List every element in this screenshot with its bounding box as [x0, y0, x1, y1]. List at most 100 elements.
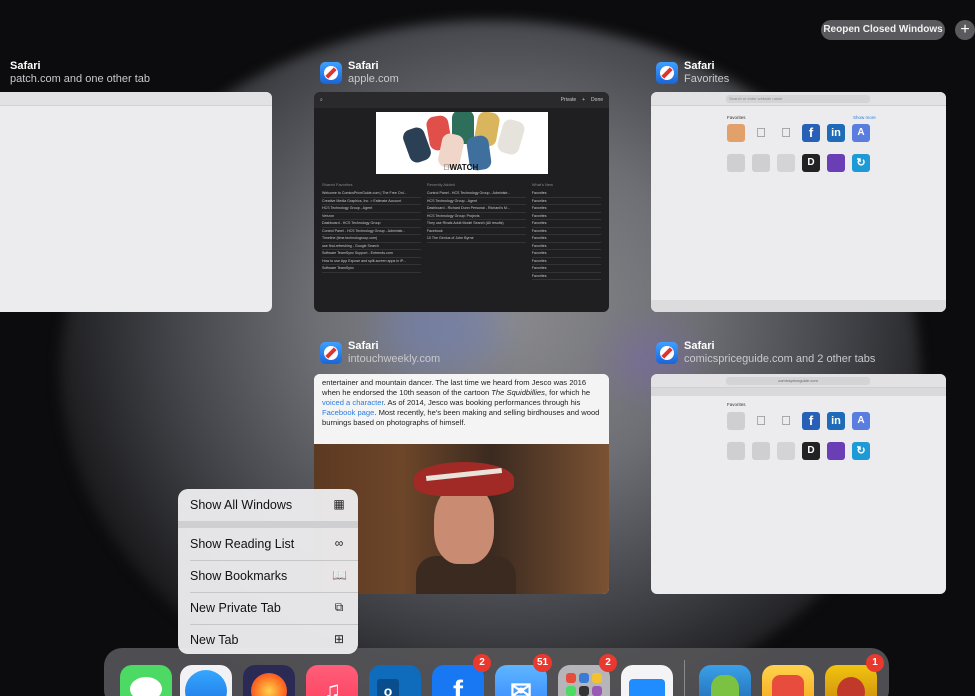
mail-badge: 51	[533, 654, 553, 672]
show-more-link: Show more	[853, 115, 876, 120]
new-tab-icon: ⊞	[333, 632, 345, 646]
list-item: Verizon	[322, 213, 421, 220]
list-item: Favorites	[531, 213, 601, 220]
favorite-tile	[777, 154, 795, 172]
favorite-tile	[827, 442, 845, 460]
thumb-toolbar: ⌕ Private + Done	[314, 92, 609, 108]
clash-royale-app-icon[interactable]	[699, 665, 751, 696]
files-app-icon[interactable]	[621, 665, 673, 696]
apple-icon: 	[752, 412, 770, 430]
window-header: Safari comicspriceguide.com and 2 other …	[656, 340, 956, 370]
menu-item-label: Show Bookmarks	[190, 569, 288, 583]
list-item: Control Panel - HCS Technology Group - A…	[322, 228, 421, 235]
menu-item-new-tab[interactable]: New Tab ⊞	[178, 624, 358, 654]
list-item: Favorites	[531, 205, 601, 213]
favorite-tile: ↻	[852, 442, 870, 460]
new-window-button[interactable]: +	[955, 20, 975, 40]
list-item: HCS Technology Group: Projects	[426, 213, 526, 220]
window-header: Safari patch.com and one other tab	[10, 60, 260, 90]
favorite-tile: D	[802, 442, 820, 460]
facebook-icon: f	[802, 124, 820, 142]
list-item: HCS Technology Group - Agent	[322, 205, 421, 213]
address-bar: comicspriceguide.com	[651, 374, 946, 388]
menu-item-show-reading-list[interactable]: Show Reading List ∞	[178, 528, 358, 560]
window-app-name: Safari	[684, 60, 715, 72]
list-item: Welcome to ComicsPriceGuide.com | The Fr…	[322, 190, 421, 198]
apple-icon: 	[777, 412, 795, 430]
list-item: Software TeamSync Support - Entrends.com	[322, 250, 421, 258]
article-link: voiced a character	[322, 398, 384, 407]
favorites-title: Favorites	[727, 115, 746, 120]
reopen-closed-windows-button[interactable]: Reopen Closed Windows	[821, 20, 945, 40]
toolbar-add: +	[582, 97, 586, 103]
safari-app-icon[interactable]	[180, 665, 232, 696]
window-subtitle: intouchweekly.com	[348, 353, 441, 365]
menu-item-label: Show All Windows	[190, 498, 293, 512]
safari-icon	[320, 342, 342, 364]
article-photo	[314, 444, 609, 594]
bookmark-columns: Shared Favorites Welcome to ComicsPriceG…	[314, 174, 609, 280]
favorite-tile	[827, 154, 845, 172]
list-item: use find-refreshing - Google Search	[322, 243, 421, 250]
list-item: 10 The Genius of John Byrne	[426, 235, 526, 243]
column-header: Shared Favorites	[322, 182, 353, 187]
menu-item-show-all-windows[interactable]: Show All Windows ▦	[178, 489, 358, 521]
folder-badge: 2	[599, 654, 617, 672]
watch-label: WATCH	[443, 163, 479, 172]
menu-separator	[178, 521, 358, 528]
list-item: Favorites	[531, 198, 601, 205]
window-subtitle: apple.com	[348, 73, 399, 85]
linkedin-icon: in	[827, 124, 845, 142]
favorite-tile	[727, 124, 745, 142]
address-bar: Search or enter website name	[651, 92, 946, 106]
menu-item-label: Show Reading List	[190, 537, 295, 551]
column-header: What's New	[531, 182, 553, 187]
window-app-name: Safari	[348, 60, 379, 72]
list-item: Favorites	[531, 250, 601, 258]
column-header: Recently Added	[426, 182, 455, 187]
apple-icon: 	[752, 124, 770, 142]
favorites-grid:   f in A D ↻	[727, 124, 872, 172]
list-item: Favorites	[531, 190, 601, 198]
window-header: Safari Favorites	[656, 60, 906, 90]
linkedin-icon: in	[827, 412, 845, 430]
grid-icon: ▦	[333, 497, 345, 511]
book-icon: 📖	[332, 568, 347, 582]
window-subtitle: Favorites	[684, 73, 730, 85]
search-icon: ⌕	[320, 97, 323, 103]
window-header: Safari apple.com	[320, 60, 570, 90]
favorite-tile: A	[852, 124, 870, 142]
window-thumbnail-intouchweekly[interactable]: entertainer and mountain dancer. The las…	[314, 374, 609, 594]
list-item: Dashboard - HCS Technology Group	[322, 220, 421, 228]
menu-item-show-bookmarks[interactable]: Show Bookmarks 📖	[178, 560, 358, 592]
glasses-icon: ∞	[334, 536, 344, 550]
list-item: Control Panel - HCS Technology Group - A…	[426, 190, 526, 198]
safari-icon	[320, 62, 342, 84]
favorite-tile	[727, 412, 745, 430]
window-thumbnail-comics[interactable]: comicspriceguide.com Favorites   f in …	[651, 374, 946, 594]
menu-item-new-private-tab[interactable]: New Private Tab ⧉	[178, 592, 358, 624]
list-item: Software TeamSync	[322, 265, 421, 273]
list-item: HCS Technology Group - Agent	[426, 198, 526, 205]
list-item: Favorites	[531, 273, 601, 280]
list-item: How to use App Expose and split-screen a…	[322, 258, 421, 265]
favorite-tile: D	[802, 154, 820, 172]
game-app-icon[interactable]	[762, 665, 814, 696]
favorite-tile	[752, 154, 770, 172]
window-subtitle: comicspriceguide.com and 2 other tabs	[684, 353, 876, 365]
favorites-grid:   f in A D ↻	[727, 412, 872, 460]
window-thumbnail-apple[interactable]: ⌕ Private + Done WATCH Shared Favorites…	[314, 92, 609, 312]
article-link: Facebook page	[322, 408, 375, 417]
article-text: entertainer and mountain dancer. The las…	[314, 374, 609, 444]
window-thumbnail-favorites[interactable]: Search or enter website name Favorites S…	[651, 92, 946, 312]
music-app-icon[interactable]: ♫	[306, 665, 358, 696]
firefox-app-icon[interactable]	[243, 665, 295, 696]
apple-watch-banner: WATCH	[375, 112, 548, 174]
messages-app-icon[interactable]	[120, 665, 172, 696]
outlook-app-icon[interactable]: o	[369, 665, 421, 696]
list-item: Favorites	[531, 265, 601, 273]
private-tab-icon: ⧉	[334, 600, 344, 614]
window-thumbnail-patch[interactable]	[0, 92, 272, 312]
menu-item-label: New Tab	[190, 633, 239, 647]
window-app-name: Safari	[684, 340, 715, 352]
